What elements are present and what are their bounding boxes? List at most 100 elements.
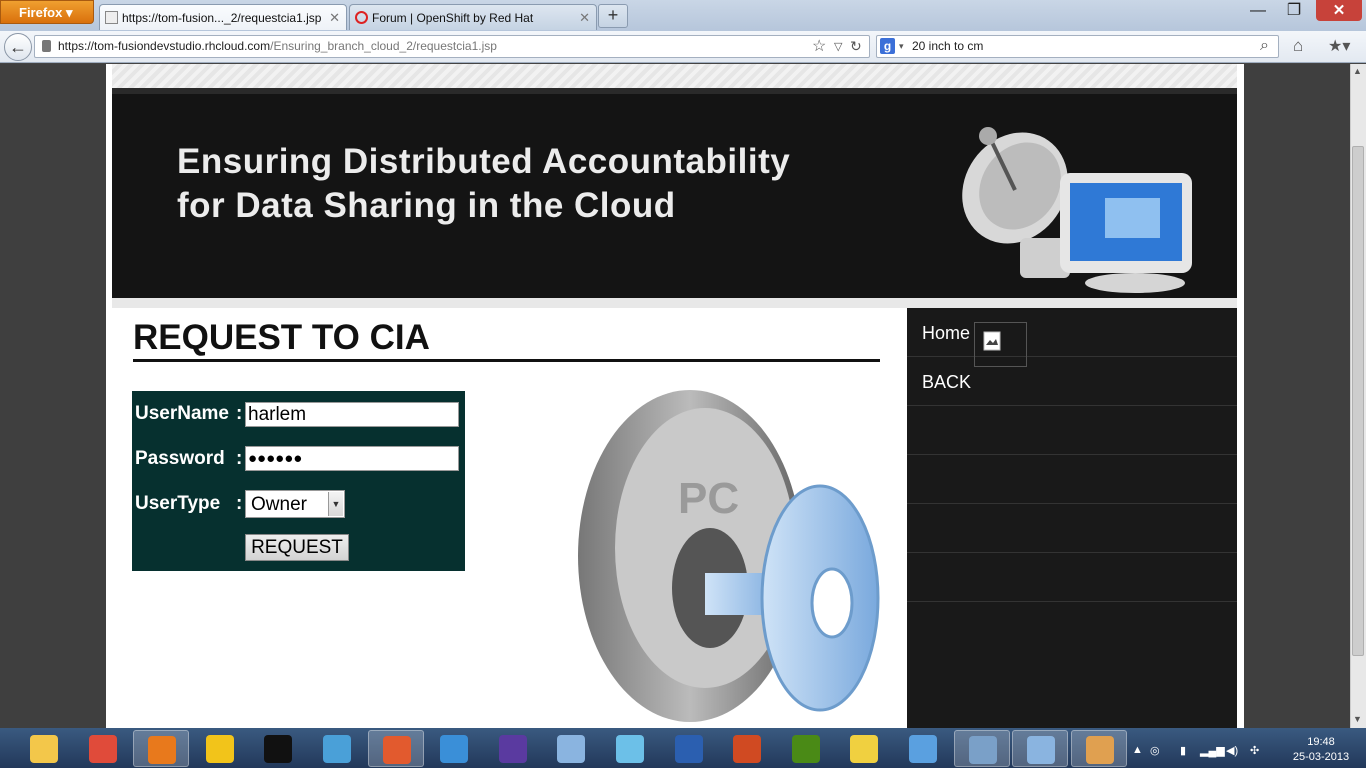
site-title: Ensuring Distributed Accountability for … [177,140,790,228]
clock-time: 19:48 [1307,736,1335,748]
sidebar-item-back[interactable]: BACK [907,357,1237,406]
password-colon: : [236,448,243,469]
tray-chat-icon[interactable]: ◎ [1150,744,1160,757]
dropbox-icon[interactable]: ✣ [1250,744,1259,757]
notepad-icon [616,735,644,763]
page-icon [105,11,118,24]
home-icon[interactable]: ⌂ [1293,36,1303,56]
usertype-colon: : [236,493,243,514]
password-input[interactable]: ●●●●●● [245,446,459,471]
chrome-icon [88,735,117,763]
sidebar-item-home[interactable]: Home [907,308,1237,357]
page-title: REQUEST TO CIA [133,318,430,357]
app-icon [323,735,351,763]
taskbar-app-button[interactable] [250,730,306,767]
firefox-menu-label: Firefox [19,5,63,20]
monitor-icon [968,736,997,764]
sidebar-item-label: BACK [922,372,972,392]
google-icon[interactable]: g [880,38,895,54]
taskbar-app-button[interactable] [133,730,190,767]
search-engine-dropdown-icon[interactable]: ▾ [899,41,904,52]
taskbar-app-button[interactable] [895,730,951,767]
clock-date: 25-03-2013 [1292,751,1350,763]
taskbar-app-button[interactable] [75,730,131,767]
sticky-notes-icon [850,735,879,763]
cmd-icon [264,735,293,763]
explorer-icon [30,735,58,763]
close-window-button[interactable]: ✕ [1316,0,1362,21]
tab-title: Forum | OpenShift by Red Hat [372,11,534,25]
site-title-line1: Ensuring Distributed Accountability [177,142,791,181]
key-lock-icon: PC [578,390,880,722]
volume-icon[interactable]: ◀) [1226,744,1238,757]
sidebar-item-empty [907,406,1237,455]
taskbar-app-button[interactable] [485,730,541,767]
virtualbox-icon-2 [1027,736,1056,764]
firefox-menu-button[interactable]: Firefox ▾ [0,0,94,24]
taskbar-app-button[interactable] [953,730,1010,767]
request-button[interactable]: REQUEST [245,534,349,561]
banner-separator [112,298,1237,308]
tab-title: https://tom-fusion..._2/requestcia1.jsp [122,11,322,25]
maximize-button[interactable]: ❐ [1276,0,1312,22]
url-text[interactable]: https://tom-fusiondevstudio.rhcloud.com/… [58,39,497,53]
taskbar-app-button[interactable] [602,730,658,767]
scroll-down-icon[interactable]: ▼ [1353,714,1362,724]
satellite-computer-icon [962,127,1192,293]
bookmark-star-icon[interactable]: ☆ [812,36,826,56]
url-path: /Ensuring_branch_cloud_2/requestcia1.jsp [270,39,497,53]
taskbar-app-button[interactable] [778,730,834,767]
taskbar-clock[interactable]: 19:48 25-03-2013 [1290,735,1352,765]
dreamweaver-icon [791,735,820,763]
search-value[interactable]: 20 inch to cm [912,39,983,53]
username-input[interactable]: harlem [245,402,459,427]
close-tab-icon[interactable]: ✕ [579,10,590,26]
word-icon [674,735,703,763]
url-host: https://tom-fusiondevstudio.rhcloud.com [58,39,271,53]
openshift-icon [355,11,368,24]
taskbar-app-button[interactable] [543,730,599,767]
sidebar-item-empty [907,455,1237,504]
new-tab-button[interactable]: + [598,4,628,28]
sidebar-item-label: Home [922,323,971,343]
usertype-label: UserType [135,493,221,514]
firefox-icon [148,736,177,764]
taskbar-app-button[interactable] [1070,730,1127,767]
close-tab-icon[interactable]: ✕ [329,10,340,26]
sidebar-item-empty [907,553,1237,602]
lock-icon [42,40,51,52]
scroll-up-icon[interactable]: ▲ [1353,66,1362,76]
taskbar-app-button[interactable] [367,730,424,767]
top-strip [112,64,1237,88]
signal-icon[interactable]: ▂▄▆ [1200,744,1225,757]
taskbar-app-button[interactable] [1012,730,1069,767]
virtualbox-icon [557,735,586,763]
url-dropdown-icon[interactable]: ▽ [834,40,842,53]
back-button[interactable]: ← [4,33,32,61]
taskbar-app-button[interactable] [836,730,892,767]
tray-expand-icon[interactable]: ▲ [1132,744,1143,756]
battery-icon[interactable]: ▮ [1180,744,1186,757]
taskbar-app-button[interactable] [719,730,775,767]
taskbar-app-button[interactable] [426,730,482,767]
username-label: UserName [135,403,229,424]
tab-requestcia[interactable]: https://tom-fusion..._2/requestcia1.jsp … [99,4,347,30]
tab-openshift-forum[interactable]: Forum | OpenShift by Red Hat ✕ [349,4,597,30]
title-underline [133,359,880,362]
minimize-button[interactable]: — [1240,0,1276,22]
taskbar-app-button[interactable] [16,730,72,767]
sidebar-item-empty [907,504,1237,553]
bookmarks-icon[interactable]: ★▾ [1328,36,1350,56]
search-icon[interactable]: ⌕ [1260,37,1269,55]
chevron-down-icon[interactable]: ▼ [328,492,343,516]
taskbar-app-button[interactable] [309,730,365,767]
taskbar-app-button[interactable] [661,730,717,767]
username-colon: : [236,403,243,424]
site-title-line2: for Data Sharing in the Cloud [177,186,676,225]
reload-icon[interactable]: ↻ [850,38,862,55]
password-label: Password [135,448,225,469]
powerpoint-icon [733,735,762,763]
taskbar-app-button[interactable] [192,730,248,767]
scrollbar-thumb[interactable] [1352,146,1364,656]
vmware-icon [205,735,234,763]
